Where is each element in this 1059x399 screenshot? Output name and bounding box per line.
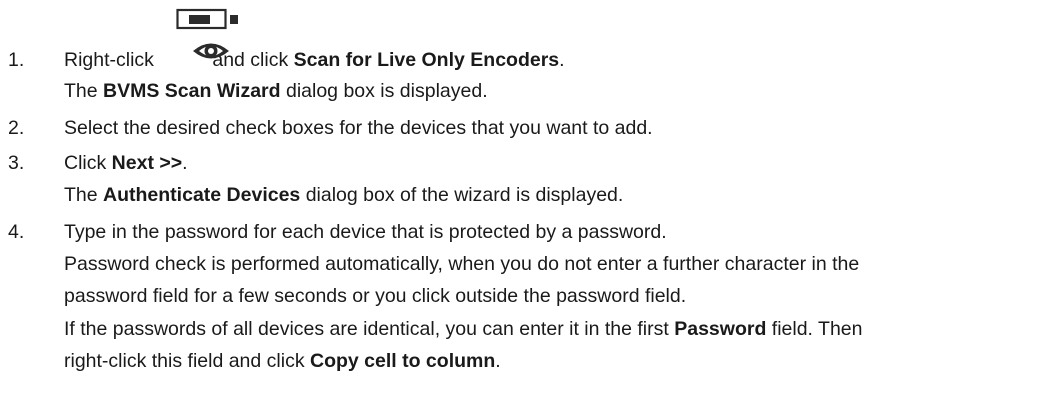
step-3-line-1: Click Next >>. [64,152,188,175]
step-4-line-4-bold: Password [674,318,767,340]
step-3-line-2-pre: The [64,184,104,206]
step-2-number: 2. [8,117,25,139]
step-4-line-5-post: . [495,350,501,372]
step-1-line-1-bold: Scan for Live Only Encoders [293,49,560,71]
step-4-line-3: password field for a few seconds or you … [64,285,687,307]
step-4-line-4-pre: If the passwords of all devices are iden… [64,318,675,340]
step-1-number: 1. [8,49,25,71]
step-1-line-2-bold: BVMS Scan Wizard [103,80,281,102]
live-view-eye-icon [193,43,229,59]
step-1-line-1-post: . [559,49,565,71]
step-1-line-2: The BVMS Scan Wizard dialog box is displ… [64,80,488,103]
step-4-line-1: Type in the password for each device tha… [64,221,667,243]
step-4-number: 4. [8,221,25,243]
step-1-line-1-text: Right-click [64,49,154,71]
step-4-line-4-post: field. Then [766,318,863,340]
step-2-line-1: Select the desired check boxes for the d… [64,117,653,139]
instruction-document: 1. Right-click and click Scan for Live O… [0,0,1059,399]
step-1-line-2-post: dialog box is displayed. [280,80,488,102]
step-3-number: 3. [8,152,25,174]
step-3-line-1-pre: Click [64,152,112,174]
step-3-line-2: The Authenticate Devices dialog box of t… [64,184,623,207]
step-1-line-2-pre: The [64,80,104,102]
step-4-line-5: right-click this field and click Copy ce… [64,350,501,373]
step-1-line-1: Right-click and click Scan for Live Only… [64,49,565,72]
step-3-line-1-bold: Next >> [111,152,183,174]
step-4-line-2: Password check is performed automaticall… [64,253,860,275]
step-3-line-1-post: . [182,152,188,174]
step-4-line-5-bold: Copy cell to column [310,350,496,372]
step-3-line-2-post: dialog box of the wizard is displayed. [300,184,624,206]
step-4-line-5-pre: right-click this field and click [64,350,310,372]
step-4-line-4: If the passwords of all devices are iden… [64,318,862,341]
encoder-device-icon [176,8,238,30]
step-3-line-2-bold: Authenticate Devices [103,184,301,206]
